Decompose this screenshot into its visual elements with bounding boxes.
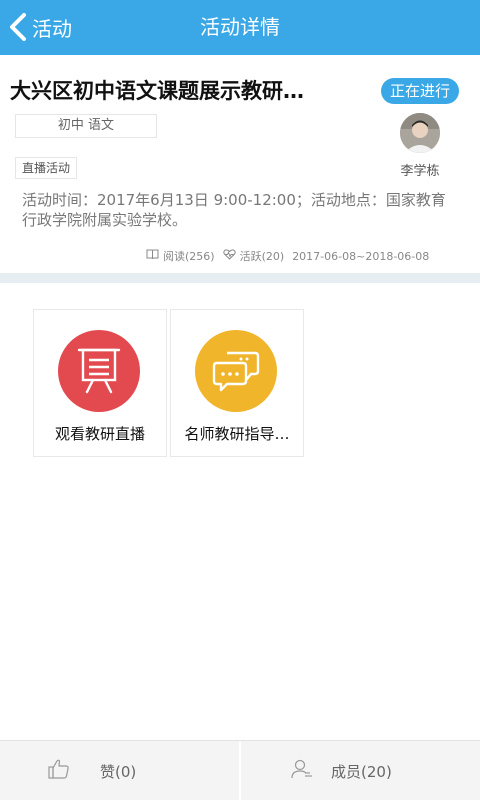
activity-description: 活动时间：2017年6月13日 9:00-12:00；活动地点：国家教育行政学院… [22,191,446,229]
members-button[interactable]: 成员(20) [291,741,392,800]
watch-live-tile[interactable]: 观看教研直播 [33,309,167,457]
like-button[interactable]: 赞(0) [48,741,136,800]
bottom-action-bar: 赞(0) 成员(20) [0,740,480,800]
status-badge: 正在进行 [381,78,459,104]
bottom-divider [239,741,241,800]
members-icon [291,759,313,783]
read-count: 阅读(256) [163,250,215,263]
expert-guidance-tile[interactable]: 名师教研指导… [170,309,304,457]
activity-type-tag: 直播活动 [15,157,78,179]
back-button[interactable]: 活动 [8,10,72,44]
author-name: 李学栋 [400,164,440,179]
page-title: 活动详情 [200,15,280,39]
book-icon [146,249,159,263]
presentation-board-icon [58,330,140,412]
chat-bubbles-icon [195,330,277,412]
subject-tag: 初中 语文 [15,114,157,138]
watch-live-label: 观看教研直播 [54,425,145,443]
back-label: 活动 [32,16,72,41]
avatar[interactable] [400,113,440,153]
chevron-left-icon [8,12,28,42]
members-label: 成员(20) [331,762,392,781]
activity-meta: 阅读(256) 活跃(20) 2017-06-08~2018-06-08 [146,248,429,264]
activity-info-card: 大兴区初中语文课题展示教研… 正在进行 初中 语文 李学栋 直播活动 活动时间：… [0,55,480,273]
expert-guidance-label: 名师教研指导… [184,425,290,443]
active-count: 活跃(20) [239,250,285,263]
heartbeat-icon [222,249,236,263]
like-label: 赞(0) [100,762,137,781]
top-nav-bar: 活动 活动详情 [0,0,480,55]
activity-detail-page: 活动 活动详情 大兴区初中语文课题展示教研… 正在进行 初中 语文 李学栋 直播… [0,0,480,800]
activity-title: 大兴区初中语文课题展示教研… [10,79,304,103]
thumbs-up-icon [48,759,70,783]
date-range: 2017-06-08~2018-06-08 [292,249,430,263]
section-divider [0,273,480,283]
